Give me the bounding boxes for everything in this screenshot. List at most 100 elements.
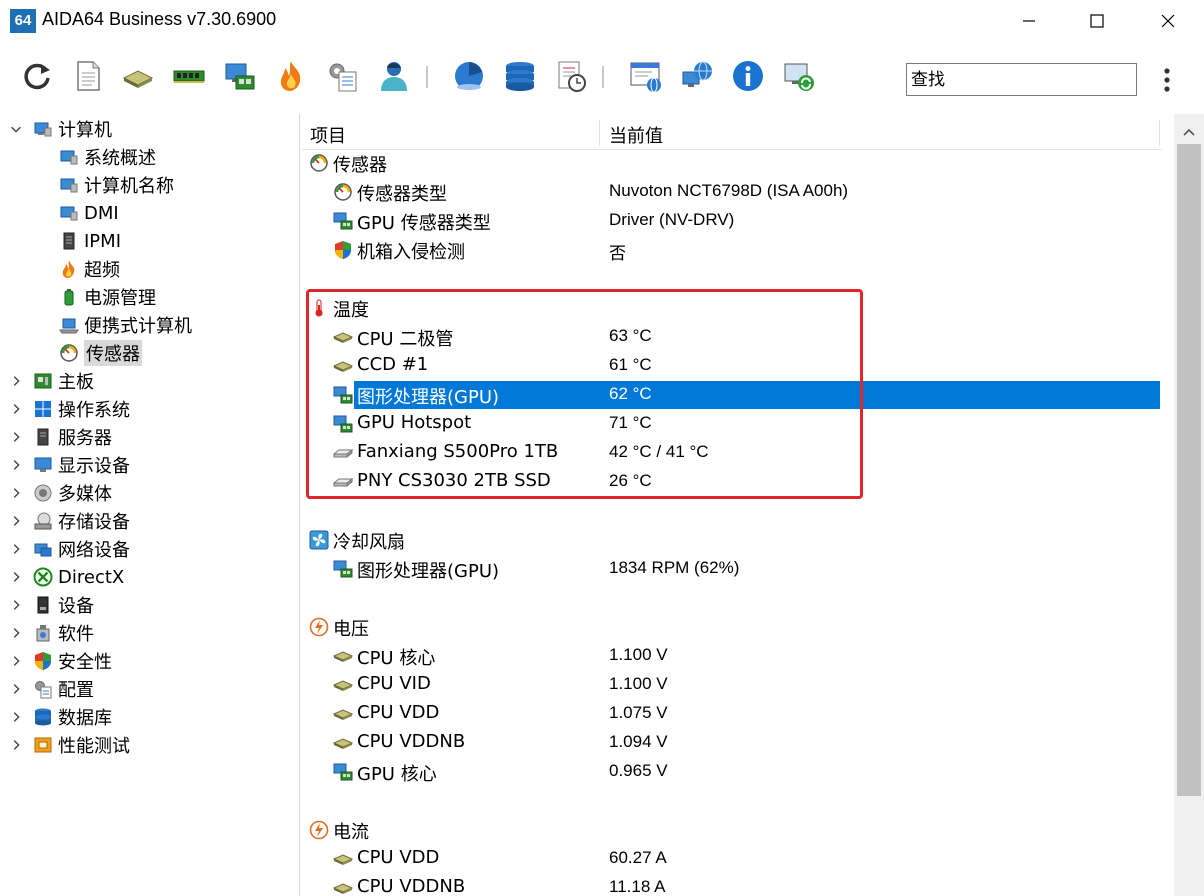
schedule-button[interactable] [551, 56, 591, 96]
maximize-button[interactable] [1063, 0, 1131, 42]
tree-item-directx[interactable]: DirectX [8, 564, 124, 590]
section-header-sensor[interactable]: 传感器 [302, 148, 1162, 177]
expand-chevron-icon[interactable] [8, 681, 24, 697]
list-row[interactable]: 图形处理器(GPU) 1834 RPM (62%) [302, 554, 1162, 583]
column-header-value[interactable]: 当前值 [609, 122, 663, 148]
report-icon [77, 61, 100, 91]
section-header-current[interactable]: 电流 [302, 815, 1162, 844]
expand-chevron-icon[interactable] [8, 457, 24, 473]
list-row[interactable]: CPU VDDNB 11.18 A [302, 873, 1162, 896]
memory-button[interactable] [169, 56, 209, 96]
expand-chevron-icon[interactable] [8, 625, 24, 641]
section-header-voltage[interactable]: 电压 [302, 612, 1162, 641]
flame-icon [280, 61, 301, 91]
list-row[interactable]: CPU 核心 1.100 V [302, 641, 1162, 670]
scrollbar-thumb[interactable] [1177, 144, 1201, 796]
motherboard-button[interactable] [220, 56, 260, 96]
expand-chevron-icon[interactable] [8, 373, 24, 389]
expand-chevron-icon[interactable] [8, 709, 24, 725]
column-divider[interactable] [599, 120, 600, 146]
column-divider[interactable] [1159, 120, 1160, 146]
tree-item-computer-name[interactable]: 计算机名称 [58, 172, 174, 198]
minimize-button[interactable] [995, 0, 1063, 42]
tree-item-display[interactable]: 显示设备 [8, 452, 130, 478]
server-icon [32, 426, 54, 448]
update-button[interactable] [779, 56, 819, 96]
list-row[interactable]: 传感器类型 Nuvoton NCT6798D (ISA A00h) [302, 177, 1162, 206]
refresh-button[interactable] [17, 56, 57, 96]
expand-chevron-icon[interactable] [8, 429, 24, 445]
database-icon [32, 706, 54, 728]
tree-item-multimedia[interactable]: 多媒体 [8, 480, 112, 506]
tree-item-benchmark[interactable]: 性能测试 [8, 732, 130, 758]
expand-chevron-icon[interactable] [8, 401, 24, 417]
expand-chevron-icon[interactable] [8, 513, 24, 529]
section-header-cooling-fans[interactable]: 冷却风扇 [302, 525, 1162, 554]
list-row[interactable]: CPU VDD 1.075 V [302, 699, 1162, 728]
tree-item-portable-computer[interactable]: 便携式计算机 [58, 312, 192, 338]
motherboard-icon [32, 370, 54, 392]
tree-item-computer[interactable]: 计算机 [8, 116, 112, 142]
tree-item-operating-system[interactable]: 操作系统 [8, 396, 130, 422]
expand-chevron-icon[interactable] [8, 541, 24, 557]
list-row[interactable]: 机箱入侵检测 否 [302, 235, 1162, 264]
expand-chevron-icon[interactable] [8, 485, 24, 501]
more-options-button[interactable] [1153, 64, 1181, 96]
tree-item-security[interactable]: 安全性 [8, 648, 112, 674]
shield-icon [332, 239, 354, 261]
expand-chevron-icon[interactable] [8, 737, 24, 753]
close-button[interactable] [1134, 0, 1202, 42]
report-button[interactable] [68, 56, 108, 96]
list-row[interactable]: GPU 传感器类型 Driver (NV-DRV) [302, 206, 1162, 235]
database-icon [506, 62, 534, 91]
tree-item-ipmi[interactable]: IPMI [58, 228, 121, 254]
tree-item-overclock[interactable]: 超频 [58, 256, 120, 282]
tree-item-power-management[interactable]: 电源管理 [58, 284, 156, 310]
vertical-scrollbar[interactable] [1174, 114, 1204, 896]
column-header-item[interactable]: 项目 [310, 122, 346, 148]
scroll-up-button[interactable] [1174, 120, 1204, 144]
user-button[interactable] [373, 56, 413, 96]
gauge-icon [308, 152, 330, 174]
network-icon [32, 538, 54, 560]
list-row[interactable]: GPU 核心 0.965 V [302, 757, 1162, 786]
directx-logo-icon [32, 566, 54, 588]
list-row[interactable]: CPU VDD 60.27 A [302, 844, 1162, 873]
tree-item-motherboard[interactable]: 主板 [8, 368, 94, 394]
list-row[interactable]: CPU VDDNB 1.094 V [302, 728, 1162, 757]
search-input[interactable] [906, 63, 1137, 96]
tree-item-network[interactable]: 网络设备 [8, 536, 130, 562]
expand-chevron-icon[interactable] [8, 597, 24, 613]
database-button[interactable] [500, 56, 540, 96]
lightning-icon [308, 819, 330, 841]
tree-item-sensors[interactable]: 传感器 [58, 340, 142, 366]
pie-chart-icon [455, 62, 483, 90]
windows-logo-icon [32, 398, 54, 420]
tree-item-server[interactable]: 服务器 [8, 424, 112, 450]
overclock-button[interactable] [271, 56, 311, 96]
config-button[interactable] [322, 56, 362, 96]
device-icon [32, 594, 54, 616]
computer-icon [32, 118, 54, 140]
title-bar: 64 AIDA64 Business v7.30.6900 [0, 0, 1204, 42]
tree-item-system-summary[interactable]: 系统概述 [58, 144, 156, 170]
web-report-button[interactable] [626, 56, 666, 96]
expand-chevron-icon[interactable] [8, 653, 24, 669]
tree-item-dmi[interactable]: DMI [58, 200, 119, 226]
tree-item-database[interactable]: 数据库 [8, 704, 112, 730]
collapse-chevron-icon[interactable] [8, 121, 24, 137]
list-row[interactable]: CPU VID 1.100 V [302, 670, 1162, 699]
tree-item-config[interactable]: 配置 [8, 676, 94, 702]
tree-item-software[interactable]: 软件 [8, 620, 94, 646]
cpu-chip-icon [332, 674, 354, 696]
expand-chevron-icon[interactable] [8, 569, 24, 585]
about-button[interactable] [728, 56, 768, 96]
disk-usage-button[interactable] [449, 56, 489, 96]
tree-item-storage[interactable]: 存储设备 [8, 508, 130, 534]
window-globe-icon [630, 62, 661, 93]
network-button[interactable] [677, 56, 717, 96]
network-globe-icon [682, 61, 712, 87]
monitor-icon [32, 454, 54, 476]
cpu-button[interactable] [118, 56, 158, 96]
tree-item-devices[interactable]: 设备 [8, 592, 94, 618]
